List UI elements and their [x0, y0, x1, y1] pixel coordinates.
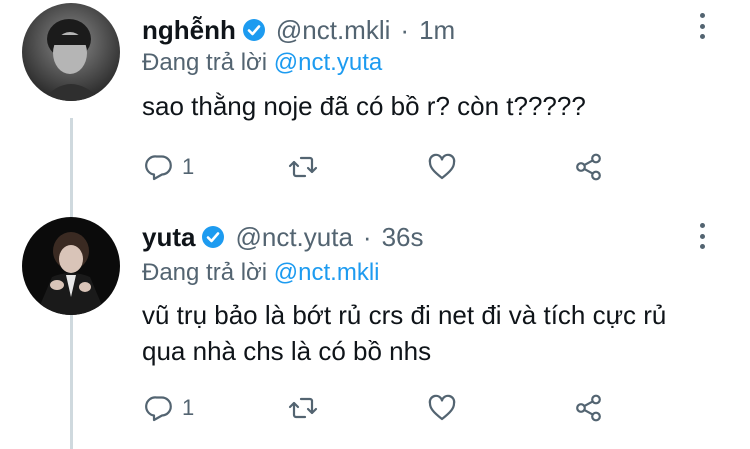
retweet-icon [288, 156, 318, 178]
timestamp[interactable]: 1m [419, 15, 455, 46]
replying-to-line: Đang trả lời @nct.yuta [142, 49, 382, 77]
verified-badge-icon [201, 225, 225, 249]
tweet-text: vũ trụ bảo là bớt rủ crs đi net đi và tí… [142, 300, 667, 366]
tweet[interactable]: yuta @nct.yuta · 36s Đang trả lời @nct.m… [0, 210, 750, 449]
replying-prefix: Đang trả lời [142, 49, 268, 76]
tweet-actions: 1 [142, 147, 622, 187]
timestamp[interactable]: 36s [382, 222, 424, 253]
share-icon [576, 153, 601, 181]
replying-to-mention[interactable]: @nct.mkli [274, 259, 380, 286]
replying-to-mention[interactable]: @nct.yuta [274, 49, 382, 76]
retweet-button[interactable] [288, 388, 318, 428]
more-vertical-icon[interactable] [698, 223, 706, 249]
replying-prefix: Đang trả lời [142, 259, 268, 286]
like-button[interactable] [427, 147, 457, 187]
tweet[interactable]: nghễnh @nct.mkli · 1m Đang trả lời @nct.… [0, 0, 750, 210]
reply-icon [145, 155, 172, 181]
tweet-text: sao thằng noje đã có bồ r? còn t????? [142, 91, 586, 121]
display-name[interactable]: nghễnh [142, 15, 236, 46]
share-icon [576, 394, 601, 422]
reply-count: 1 [182, 154, 195, 179]
tweet-header: yuta @nct.yuta · 36s [142, 219, 424, 255]
verified-badge-icon [242, 18, 266, 42]
more-vertical-icon[interactable] [698, 13, 706, 39]
share-button[interactable] [574, 147, 604, 187]
tweet-header: nghễnh @nct.mkli · 1m [142, 12, 455, 48]
avatar[interactable] [22, 3, 120, 101]
user-handle[interactable]: @nct.mkli [276, 15, 391, 46]
separator-dot: · [400, 14, 410, 45]
tweet-actions: 1 [142, 388, 622, 428]
replying-to-line: Đang trả lời @nct.mkli [142, 259, 380, 287]
heart-icon [428, 153, 456, 180]
reply-icon [145, 396, 172, 422]
display-name[interactable]: yuta [142, 222, 195, 253]
heart-icon [428, 394, 456, 421]
share-button[interactable] [574, 388, 604, 428]
reply-count: 1 [182, 395, 195, 420]
reply-button[interactable]: 1 [144, 147, 194, 187]
reply-button[interactable]: 1 [144, 388, 194, 428]
retweet-button[interactable] [288, 147, 318, 187]
avatar[interactable] [22, 217, 120, 315]
separator-dot: · [362, 221, 372, 252]
retweet-icon [288, 397, 318, 419]
like-button[interactable] [427, 388, 457, 428]
user-handle[interactable]: @nct.yuta [235, 222, 352, 253]
